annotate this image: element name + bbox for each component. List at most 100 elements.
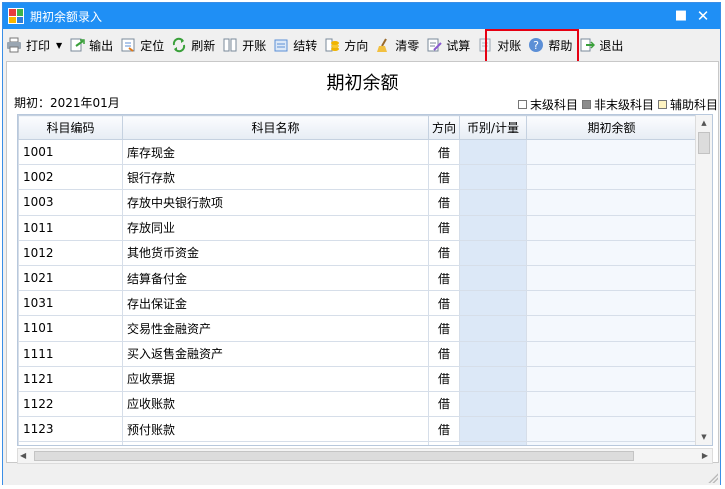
direction-cell[interactable]: 借	[428, 340, 460, 367]
open-account-button[interactable]: 开账	[222, 33, 266, 57]
account-code-cell[interactable]: 1121	[18, 365, 123, 392]
account-code-cell[interactable]: 1011	[18, 214, 123, 241]
column-header-direction[interactable]: 方向	[428, 115, 460, 140]
balance-cell[interactable]	[526, 365, 697, 392]
carry-forward-button[interactable]: 结转	[273, 33, 317, 57]
exit-button[interactable]: 退出	[579, 33, 623, 57]
direction-cell[interactable]	[428, 441, 460, 445]
scroll-left-icon[interactable]: ◀	[20, 449, 26, 463]
table-row[interactable]: 1031 存出保证金借	[18, 290, 697, 317]
account-name-cell[interactable]	[122, 441, 429, 445]
account-code-cell[interactable]: 1012	[18, 239, 123, 266]
currency-cell[interactable]	[459, 365, 527, 392]
account-name-cell[interactable]: 结算备付金	[122, 264, 429, 292]
horizontal-scroll-thumb[interactable]	[34, 451, 634, 461]
currency-cell[interactable]	[459, 390, 527, 418]
direction-cell[interactable]: 借	[428, 315, 460, 342]
export-button[interactable]: 输出	[69, 33, 113, 57]
vertical-scrollbar[interactable]: ▲ ▼	[695, 115, 712, 445]
direction-cell[interactable]: 借	[428, 164, 460, 191]
locate-button[interactable]: 定位	[120, 33, 164, 57]
dropdown-arrow-icon[interactable]: ▼	[56, 41, 62, 50]
currency-cell[interactable]	[459, 214, 527, 241]
currency-cell[interactable]	[459, 290, 527, 317]
direction-button[interactable]: 方向	[324, 33, 368, 57]
account-name-cell[interactable]: 应收票据	[122, 365, 429, 392]
direction-cell[interactable]: 借	[428, 214, 460, 241]
account-code-cell[interactable]: 1001	[18, 138, 123, 166]
direction-cell[interactable]: 借	[428, 390, 460, 418]
column-header-name[interactable]: 科目名称	[122, 115, 429, 140]
trial-button[interactable]: 试算	[426, 33, 470, 57]
close-icon[interactable]: ✕	[694, 7, 712, 25]
account-code-cell[interactable]	[18, 441, 123, 445]
column-header-code[interactable]: 科目编码	[18, 115, 123, 140]
account-name-cell[interactable]: 存放中央银行款项	[122, 189, 429, 216]
balance-cell[interactable]	[526, 340, 697, 367]
clear-button[interactable]: 清零	[375, 33, 419, 57]
currency-cell[interactable]	[459, 189, 527, 216]
account-name-cell[interactable]: 其他货币资金	[122, 239, 429, 266]
account-code-cell[interactable]: 1002	[18, 164, 123, 191]
reconcile-button[interactable]: 对账	[477, 33, 521, 57]
balance-cell[interactable]	[526, 138, 697, 166]
table-row[interactable]: 1122 应收账款借	[18, 390, 697, 418]
account-code-cell[interactable]: 1003	[18, 189, 123, 216]
direction-cell[interactable]: 借	[428, 290, 460, 317]
currency-cell[interactable]	[459, 416, 527, 443]
currency-cell[interactable]	[459, 264, 527, 292]
column-header-currency[interactable]: 币别/计量	[459, 115, 527, 140]
account-code-cell[interactable]: 1111	[18, 340, 123, 367]
direction-cell[interactable]: 借	[428, 189, 460, 216]
title-bar[interactable]: 期初余额录入 ■ ✕	[3, 3, 720, 29]
account-code-cell[interactable]: 1031	[18, 290, 123, 317]
print-button[interactable]: 打印 ▼	[6, 33, 62, 57]
account-name-cell[interactable]: 存出保证金	[122, 290, 429, 317]
table-row[interactable]: 1011 存放同业借	[18, 214, 697, 241]
resize-grip-icon[interactable]	[708, 473, 718, 483]
table-row[interactable]	[18, 441, 697, 445]
direction-cell[interactable]: 借	[428, 239, 460, 266]
scroll-down-icon[interactable]: ▼	[696, 429, 712, 445]
table-row[interactable]: 1003 存放中央银行款项借	[18, 189, 697, 216]
account-name-cell[interactable]: 银行存款	[122, 164, 429, 191]
horizontal-scrollbar[interactable]: ◀ ▶	[17, 448, 713, 464]
refresh-button[interactable]: 刷新	[171, 33, 215, 57]
currency-cell[interactable]	[459, 164, 527, 191]
balance-cell[interactable]	[526, 290, 697, 317]
currency-cell[interactable]	[459, 315, 527, 342]
account-code-cell[interactable]: 1123	[18, 416, 123, 443]
account-name-cell[interactable]: 库存现金	[122, 138, 429, 166]
scroll-up-icon[interactable]: ▲	[696, 115, 712, 131]
currency-cell[interactable]	[459, 441, 527, 445]
currency-cell[interactable]	[459, 340, 527, 367]
direction-cell[interactable]: 借	[428, 416, 460, 443]
table-row[interactable]: 1121 应收票据借	[18, 365, 697, 392]
column-header-balance[interactable]: 期初余额	[526, 115, 697, 140]
currency-cell[interactable]	[459, 138, 527, 166]
scroll-right-icon[interactable]: ▶	[702, 449, 708, 463]
table-row[interactable]: 1101 交易性金融资产借	[18, 315, 697, 342]
maximize-icon[interactable]: ■	[672, 7, 690, 25]
balance-cell[interactable]	[526, 390, 697, 418]
currency-cell[interactable]	[459, 239, 527, 266]
balance-cell[interactable]	[526, 441, 697, 445]
balance-cell[interactable]	[526, 264, 697, 292]
account-code-cell[interactable]: 1101	[18, 315, 123, 342]
balance-cell[interactable]	[526, 315, 697, 342]
table-row[interactable]: 1002 银行存款借	[18, 164, 697, 191]
account-name-cell[interactable]: 预付账款	[122, 416, 429, 443]
balance-cell[interactable]	[526, 416, 697, 443]
balance-cell[interactable]	[526, 164, 697, 191]
table-row[interactable]: 1123 预付账款借	[18, 416, 697, 443]
table-row[interactable]: 1001 库存现金借	[18, 138, 697, 166]
help-button[interactable]: ? 帮助	[528, 33, 572, 57]
table-row[interactable]: 1111 买入返售金融资产借	[18, 340, 697, 367]
table-row[interactable]: 1021 结算备付金借	[18, 264, 697, 292]
balance-cell[interactable]	[526, 214, 697, 241]
account-name-cell[interactable]: 交易性金融资产	[122, 315, 429, 342]
direction-cell[interactable]: 借	[428, 138, 460, 166]
direction-cell[interactable]: 借	[428, 365, 460, 392]
direction-cell[interactable]: 借	[428, 264, 460, 292]
vertical-scroll-thumb[interactable]	[698, 132, 710, 154]
